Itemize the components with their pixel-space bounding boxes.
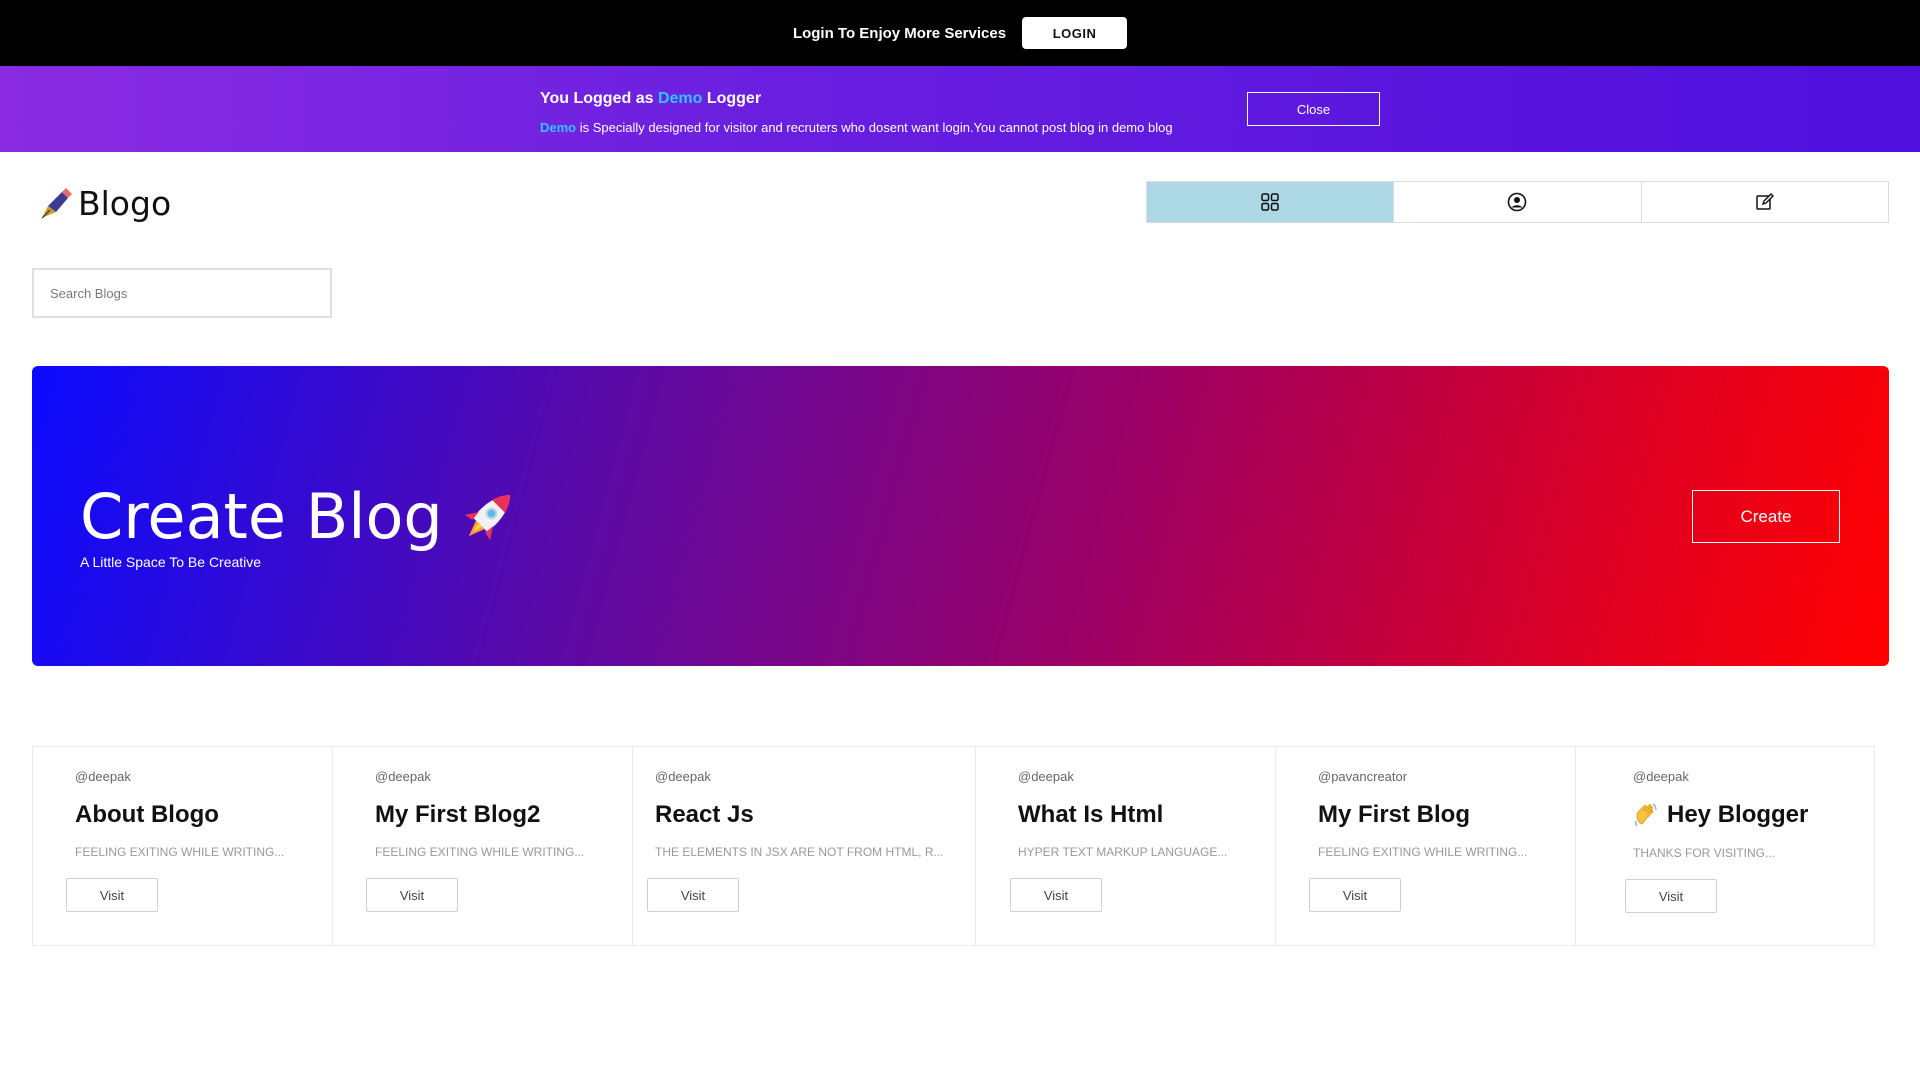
card-author: @deepak: [75, 769, 131, 784]
card-description: HYPER TEXT MARKUP LANGUAGE...: [1018, 845, 1228, 859]
nav-tab-profile[interactable]: [1394, 182, 1642, 222]
main-nav: [1146, 181, 1889, 223]
card-title-row: Hey Blogger: [1633, 801, 1808, 829]
card-title: My First Blog: [1318, 801, 1471, 828]
blog-card: @deepak React Js THE ELEMENTS IN JSX ARE…: [632, 746, 975, 946]
banner-title-suffix: Logger: [702, 90, 762, 107]
visit-button[interactable]: Visit: [1625, 879, 1717, 913]
nav-tab-write[interactable]: [1642, 182, 1888, 222]
banner-title: You Logged as Demo Logger: [540, 90, 761, 108]
banner-desc-highlight: Demo: [540, 120, 577, 135]
banner-description: Demo is Specially designed for visitor a…: [540, 120, 1173, 135]
visit-button[interactable]: Visit: [366, 878, 458, 912]
card-author: @deepak: [1633, 769, 1689, 784]
create-button[interactable]: Create: [1692, 490, 1840, 543]
card-title: Hey Blogger: [1667, 801, 1809, 828]
hero-title-text: Create Blog: [80, 480, 443, 553]
login-topbar: Login To Enjoy More Services LOGIN: [0, 0, 1920, 66]
login-button[interactable]: LOGIN: [1022, 17, 1128, 49]
create-blog-hero: Create Blog A Little Space To Be Creativ…: [32, 366, 1889, 666]
banner-title-highlight: Demo: [657, 90, 703, 107]
banner-title-prefix: You Logged as: [540, 90, 658, 107]
edit-icon: [1756, 193, 1774, 210]
card-author: @deepak: [375, 769, 431, 784]
banner-desc-text: is Specially designed for visitor and re…: [576, 120, 1173, 135]
card-author: @deepak: [655, 769, 711, 784]
card-description: FEELING EXITING WHILE WRITING...: [75, 845, 285, 859]
card-description: FEELING EXITING WHILE WRITING...: [375, 845, 585, 859]
rocket-icon: [464, 494, 510, 540]
grid-icon: [1261, 193, 1279, 211]
hero-title: Create Blog: [80, 480, 523, 553]
login-prompt: Login To Enjoy More Services: [792, 24, 1007, 42]
blog-card: @deepak Hey Blogger THANKS FOR VISITING.…: [1575, 746, 1875, 946]
visit-button[interactable]: Visit: [1309, 878, 1401, 912]
pen-nib-icon: [41, 187, 72, 218]
blog-card: @deepak What Is Html HYPER TEXT MARKUP L…: [975, 746, 1275, 946]
card-title: About Blogo: [75, 801, 219, 828]
card-title: My First Blog2: [375, 801, 541, 828]
close-button[interactable]: Close: [1247, 92, 1380, 126]
card-author: @deepak: [1018, 769, 1074, 784]
blog-card: @deepak About Blogo FEELING EXITING WHIL…: [32, 746, 332, 946]
logo[interactable]: Blogo: [36, 184, 171, 223]
card-description: THE ELEMENTS IN JSX ARE NOT FROM HTML, R…: [655, 845, 944, 859]
logo-text: Blogo: [78, 184, 172, 223]
blog-card-list: @deepak About Blogo FEELING EXITING WHIL…: [32, 746, 1875, 946]
card-description: THANKS FOR VISITING...: [1633, 846, 1776, 860]
user-circle-icon: [1508, 192, 1527, 212]
card-title: React Js: [655, 801, 754, 828]
card-author: @pavancreator: [1318, 769, 1408, 784]
card-title: What Is Html: [1018, 801, 1164, 828]
visit-button[interactable]: Visit: [647, 878, 739, 912]
blog-card: @pavancreator My First Blog FEELING EXIT…: [1275, 746, 1575, 946]
search-input[interactable]: [32, 268, 332, 318]
wave-icon: [1635, 803, 1657, 827]
visit-button[interactable]: Visit: [1010, 878, 1102, 912]
blog-card: @deepak My First Blog2 FEELING EXITING W…: [332, 746, 632, 946]
card-description: FEELING EXITING WHILE WRITING...: [1318, 845, 1528, 859]
demo-banner: You Logged as Demo Logger Demo is Specia…: [0, 66, 1920, 152]
visit-button[interactable]: Visit: [66, 878, 158, 912]
hero-subtitle: A Little Space To Be Creative: [80, 554, 262, 570]
nav-tab-grid[interactable]: [1147, 182, 1395, 222]
